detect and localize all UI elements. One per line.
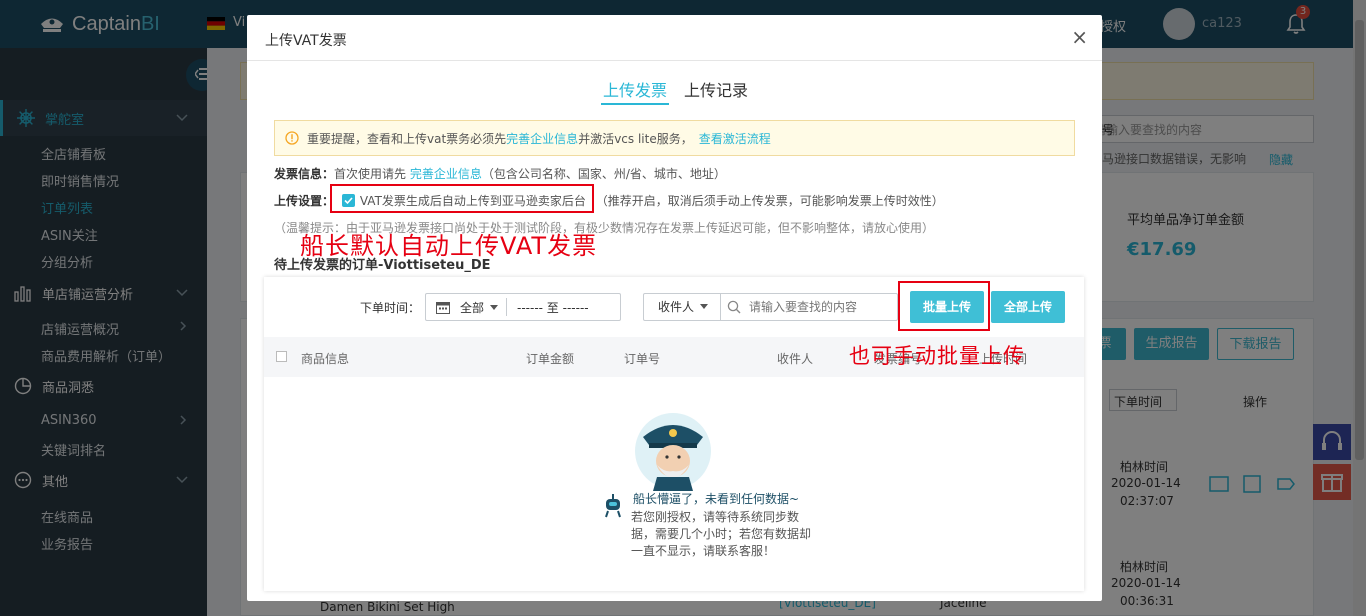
orders-panel: 下单时间： 全部 ------ 至 ------ 收件人 批量上传 全部上传 商…: [264, 277, 1084, 591]
notice-text-1: 重要提醒，查看和上传vat票务必须先: [307, 131, 507, 146]
important-notice: 重要提醒，查看和上传vat票务必须先 完善企业信息 并激活vcs lite服务，…: [274, 120, 1075, 156]
empty-state-title: 船长懵逼了，未看到任何数据~: [633, 492, 800, 506]
date-range-all: 全部: [460, 300, 485, 315]
col-order-amount: 订单金额: [526, 352, 575, 366]
select-all-checkbox[interactable]: [276, 351, 287, 362]
modal-title: 上传VAT发票: [265, 33, 347, 49]
annotation-box-batch-upload: [898, 281, 990, 331]
receiver-select[interactable]: 收件人: [643, 293, 721, 321]
order-search[interactable]: [720, 293, 898, 321]
notice-complete-info-link[interactable]: 完善企业信息: [506, 130, 578, 147]
caret-down-icon: [490, 304, 499, 310]
search-icon: [727, 300, 741, 314]
modal-header: 上传VAT发票 ×: [247, 15, 1102, 61]
invoice-info-text-1: 首次使用请先: [334, 167, 407, 181]
col-order-number: 订单号: [624, 352, 661, 366]
annotation-batch-upload: 也可手动批量上传: [849, 344, 1025, 368]
modal-tabs: 上传发票 上传记录: [247, 77, 1102, 107]
col-receiver: 收件人: [777, 352, 814, 366]
invoice-info-key: 发票信息：: [274, 167, 335, 181]
close-icon[interactable]: ×: [1071, 27, 1088, 47]
upload-vat-modal: 上传VAT发票 × 上传发票 上传记录 重要提醒，查看和上传vat票务必须先 完…: [247, 15, 1102, 601]
date-range-picker[interactable]: 全部 ------ 至 ------: [425, 293, 621, 321]
order-time-label: 下单时间：: [360, 301, 421, 315]
auto-upload-hint: （推荐开启，取消后须手动上传发票，可能影响发票上传时效性）: [595, 194, 944, 208]
section-title: 待上传发票的订单-Viottiseteu_DE: [274, 258, 491, 273]
invoice-info-complete-link[interactable]: 完善企业信息: [410, 167, 482, 181]
robot-icon: [605, 494, 621, 518]
annotation-box-auto-upload: [330, 184, 594, 213]
date-range-text: ------ 至 ------: [517, 300, 589, 315]
receiver-select-label: 收件人: [658, 300, 695, 314]
upload-setting-key: 上传设置：: [274, 194, 335, 208]
tab-upload-history[interactable]: 上传记录: [684, 77, 748, 105]
upload-all-button[interactable]: 全部上传: [991, 291, 1065, 323]
invoice-info-row: 发票信息：首次使用请先 完善企业信息（包含公司名称、国家、州/省、城市、地址）: [274, 165, 726, 182]
divider: [506, 298, 508, 316]
order-search-input[interactable]: [749, 300, 889, 314]
tab-upload-invoice[interactable]: 上传发票: [601, 77, 670, 105]
invoice-info-text-2: （包含公司名称、国家、州/省、城市、地址）: [481, 167, 726, 181]
col-product-info: 商品信息: [301, 352, 350, 366]
warning-icon: [285, 131, 299, 145]
calendar-icon: [436, 301, 450, 314]
notice-text-2: 并激活vcs lite服务，: [578, 131, 693, 146]
captain-illustration: [635, 413, 711, 491]
empty-state-description: 若您刚授权，请等待系统同步数据，需要几个小时；若您有数据却一直不显示，请联系客服…: [631, 510, 812, 558]
caret-down-icon: [700, 304, 709, 309]
notice-activation-flow-link[interactable]: 查看激活流程: [699, 130, 771, 147]
